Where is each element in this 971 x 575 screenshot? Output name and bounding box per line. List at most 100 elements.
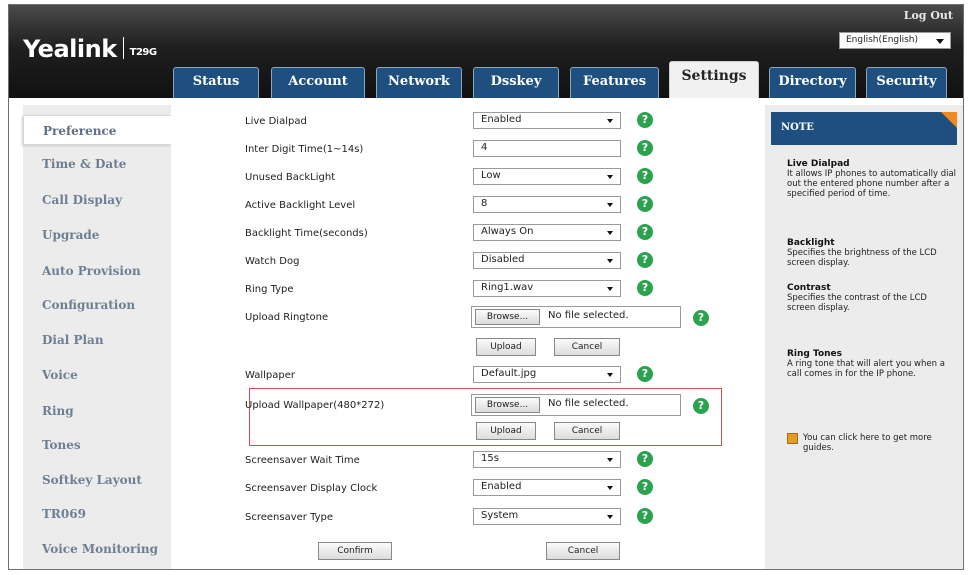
confirm-button[interactable]: Confirm: [318, 542, 392, 560]
screensaver-wait-time-label: Screensaver Wait Time: [245, 455, 360, 466]
upload-wallpaper-button[interactable]: Upload: [476, 422, 536, 440]
watch-dog-select[interactable]: Disabled: [473, 252, 621, 269]
note-heading-live-dialpad: Live Dialpad: [787, 159, 850, 169]
inter-digit-time-input[interactable]: 4: [473, 140, 621, 157]
help-icon[interactable]: ?: [637, 224, 653, 240]
help-icon[interactable]: ?: [637, 508, 653, 524]
help-icon[interactable]: ?: [693, 310, 709, 326]
active-backlight-level-value: 8: [481, 198, 488, 209]
logout-link[interactable]: Log Out: [904, 9, 953, 22]
sidebar-item-voice-monitoring[interactable]: Voice Monitoring: [23, 534, 171, 564]
upload-ringtone-label: Upload Ringtone: [245, 312, 329, 323]
ring-type-label: Ring Type: [245, 284, 294, 295]
cancel-ringtone-button[interactable]: Cancel: [554, 338, 620, 356]
watch-dog-value: Disabled: [481, 254, 525, 265]
sidebar-item-upgrade[interactable]: Upgrade: [23, 220, 171, 250]
screensaver-wait-time-select[interactable]: 15s: [473, 451, 621, 468]
tab-account[interactable]: Account: [271, 67, 365, 98]
sidebar-item-voice[interactable]: Voice: [23, 360, 171, 390]
help-icon[interactable]: ?: [637, 196, 653, 212]
help-icon[interactable]: ?: [637, 451, 653, 467]
yealink-web-ui: Yealink T29G Log Out English(English) Sta…: [8, 4, 964, 570]
live-dialpad-value: Enabled: [481, 114, 522, 125]
sidebar-item-tr069[interactable]: TR069: [23, 499, 171, 529]
sidebar-item-auto-provision[interactable]: Auto Provision: [23, 256, 171, 286]
note-title: NOTE: [771, 112, 957, 145]
backlight-time-value: Always On: [481, 226, 534, 237]
browse-ringtone-button[interactable]: Browse...: [475, 309, 540, 325]
sidebar-item-softkey-layout[interactable]: Softkey Layout: [23, 465, 171, 495]
language-select[interactable]: English(English): [839, 32, 951, 49]
browse-wallpaper-button[interactable]: Browse...: [475, 397, 540, 413]
help-icon[interactable]: ?: [637, 168, 653, 184]
chevron-down-icon: [607, 119, 613, 123]
ringtone-file-status: No file selected.: [548, 310, 629, 321]
active-backlight-level-select[interactable]: 8: [473, 196, 621, 213]
sidebar: Preference Time & Date Call Display Upgr…: [23, 109, 171, 569]
ringtone-file-input[interactable]: Browse... No file selected.: [471, 306, 681, 328]
screensaver-display-clock-label: Screensaver Display Clock: [245, 483, 378, 494]
help-icon[interactable]: ?: [637, 140, 653, 156]
sidebar-item-tones[interactable]: Tones: [23, 430, 171, 460]
wallpaper-value: Default.jpg: [481, 368, 537, 379]
tab-network[interactable]: Network: [376, 67, 462, 98]
note-heading-ring-tones: Ring Tones: [787, 349, 842, 359]
note-text-ring-tones: A ring tone that will alert you when a c…: [787, 359, 945, 379]
wallpaper-file-status: No file selected.: [548, 398, 629, 409]
sidebar-item-configuration[interactable]: Configuration: [23, 290, 171, 320]
tab-features[interactable]: Features: [570, 67, 659, 98]
tab-status[interactable]: Status: [173, 67, 259, 98]
help-icon[interactable]: ?: [637, 112, 653, 128]
sidebar-item-time-date[interactable]: Time & Date: [23, 149, 171, 179]
note-text-backlight: Specifies the brightness of the LCD scre…: [787, 248, 937, 268]
help-icon[interactable]: ?: [693, 398, 709, 414]
backlight-time-select[interactable]: Always On: [473, 224, 621, 241]
wallpaper-select[interactable]: Default.jpg: [473, 366, 621, 383]
tab-security[interactable]: Security: [866, 67, 947, 98]
sidebar-item-call-display[interactable]: Call Display: [23, 185, 171, 215]
header-bar: Yealink T29G Log Out English(English) Sta…: [9, 5, 963, 98]
tab-dsskey[interactable]: Dsskey: [473, 67, 559, 98]
help-icon[interactable]: ?: [637, 252, 653, 268]
chevron-down-icon: [607, 259, 613, 263]
chevron-down-icon: [607, 458, 613, 462]
live-dialpad-label: Live Dialpad: [245, 116, 307, 127]
screensaver-type-label: Screensaver Type: [245, 512, 334, 523]
wallpaper-label: Wallpaper: [245, 370, 296, 381]
sidebar-item-ring[interactable]: Ring: [23, 396, 171, 426]
screensaver-display-clock-select[interactable]: Enabled: [473, 479, 621, 496]
wallpaper-file-input[interactable]: Browse... No file selected.: [471, 394, 681, 416]
unused-backlight-label: Unused BackLight: [245, 172, 336, 183]
tab-settings[interactable]: Settings: [669, 61, 759, 98]
upload-ringtone-button[interactable]: Upload: [476, 338, 536, 356]
chevron-down-icon: [936, 39, 944, 44]
guide-link[interactable]: You can click here to get more guides.: [803, 433, 957, 453]
tab-directory[interactable]: Directory: [769, 67, 856, 98]
chevron-down-icon: [607, 373, 613, 377]
brand-name: Yealink: [23, 35, 117, 63]
chevron-down-icon: [607, 203, 613, 207]
cancel-button[interactable]: Cancel: [546, 542, 620, 560]
unused-backlight-select[interactable]: Low: [473, 168, 621, 185]
sidebar-item-dial-plan[interactable]: Dial Plan: [23, 325, 171, 355]
cancel-wallpaper-button[interactable]: Cancel: [554, 422, 620, 440]
screensaver-display-clock-value: Enabled: [481, 481, 522, 492]
chevron-down-icon: [607, 231, 613, 235]
help-icon[interactable]: ?: [637, 479, 653, 495]
inter-digit-time-label: Inter Digit Time(1~14s): [245, 144, 364, 155]
model-name: T29G: [129, 47, 157, 58]
ring-type-value: Ring1.wav: [481, 282, 534, 293]
screensaver-type-select[interactable]: System: [473, 508, 621, 525]
help-icon[interactable]: ?: [637, 280, 653, 296]
chevron-down-icon: [607, 515, 613, 519]
language-value: English(English): [846, 35, 919, 45]
chevron-down-icon: [607, 287, 613, 291]
sidebar-item-preference[interactable]: Preference: [23, 115, 171, 145]
chevron-down-icon: [607, 175, 613, 179]
note-heading-backlight: Backlight: [787, 238, 835, 248]
ring-type-select[interactable]: Ring1.wav: [473, 280, 621, 297]
live-dialpad-select[interactable]: Enabled: [473, 112, 621, 129]
chevron-down-icon: [607, 486, 613, 490]
help-icon[interactable]: ?: [637, 366, 653, 382]
guide-book-icon[interactable]: [787, 433, 798, 444]
